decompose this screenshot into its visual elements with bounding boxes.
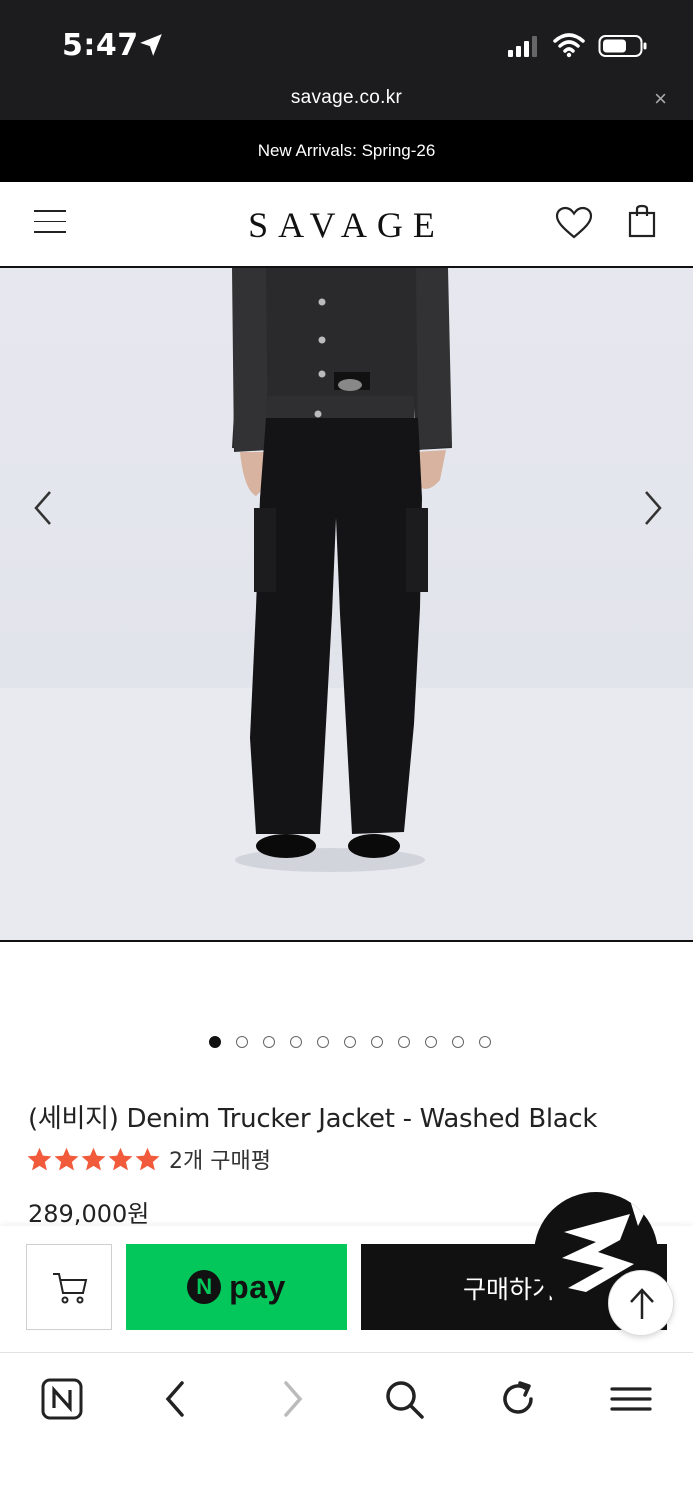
- add-to-cart-button[interactable]: [26, 1244, 112, 1330]
- scroll-to-top-button[interactable]: [608, 1270, 674, 1336]
- cellular-signal-icon: [508, 36, 537, 57]
- carousel-dot[interactable]: [262, 1036, 275, 1048]
- naver-pay-badge: N: [187, 1270, 222, 1304]
- star-icon: [108, 1147, 133, 1170]
- arrow-up-icon: [630, 1288, 654, 1319]
- carousel-prev-icon[interactable]: [28, 488, 58, 528]
- cart-icon: [53, 1273, 88, 1304]
- status-bar: 5:47: [0, 0, 693, 80]
- site-header: SAVAGE: [0, 182, 693, 268]
- carousel-dot[interactable]: [370, 1036, 383, 1048]
- back-arrow-icon[interactable]: [154, 1377, 198, 1421]
- close-icon[interactable]: ×: [654, 86, 667, 112]
- star-icon: [27, 1147, 52, 1170]
- heart-icon[interactable]: [555, 206, 593, 240]
- forward-arrow-icon[interactable]: [270, 1377, 314, 1421]
- url-bar: savage.co.kr ×: [0, 80, 693, 120]
- carousel-dot[interactable]: [451, 1036, 464, 1048]
- refresh-icon[interactable]: [496, 1377, 540, 1421]
- carousel-dot[interactable]: [208, 1036, 221, 1048]
- rating-stars: [26, 1146, 161, 1173]
- search-icon[interactable]: [382, 1377, 426, 1421]
- battery-icon: [598, 35, 647, 57]
- location-arrow-icon: [140, 34, 162, 56]
- product-title: (세비지) Denim Trucker Jacket - Washed Blac…: [28, 1104, 598, 1134]
- star-icon: [54, 1147, 79, 1170]
- review-count[interactable]: 2개 구매평: [169, 1143, 271, 1175]
- carousel-dot[interactable]: [316, 1036, 329, 1048]
- menu-icon[interactable]: [609, 1377, 653, 1421]
- carousel-dot[interactable]: [424, 1036, 437, 1048]
- naver-pay-label: pay: [229, 1268, 286, 1305]
- star-icon: [135, 1147, 160, 1170]
- product-price: 289,000원: [28, 1200, 150, 1228]
- url-text[interactable]: savage.co.kr: [0, 87, 693, 109]
- carousel-dot[interactable]: [235, 1036, 248, 1048]
- carousel-dot[interactable]: [289, 1036, 302, 1048]
- rating-row[interactable]: 2개 구매평: [26, 1143, 271, 1175]
- carousel-dot[interactable]: [478, 1036, 491, 1048]
- carousel-dot[interactable]: [343, 1036, 356, 1048]
- star-icon: [81, 1147, 106, 1170]
- shopping-bag-icon[interactable]: [628, 204, 656, 238]
- status-time: 5:47: [62, 28, 139, 63]
- wifi-icon: [553, 33, 585, 58]
- carousel-pagination: [0, 1036, 693, 1050]
- carousel-dot[interactable]: [397, 1036, 410, 1048]
- naver-n-icon[interactable]: [40, 1377, 84, 1421]
- announcement-bar[interactable]: New Arrivals: Spring-26: [0, 120, 693, 182]
- naver-pay-button[interactable]: N pay: [126, 1244, 347, 1330]
- carousel-next-icon[interactable]: [638, 488, 668, 528]
- browser-toolbar: [0, 1352, 693, 1500]
- product-image-carousel[interactable]: [0, 268, 693, 942]
- product-photo: [0, 268, 693, 940]
